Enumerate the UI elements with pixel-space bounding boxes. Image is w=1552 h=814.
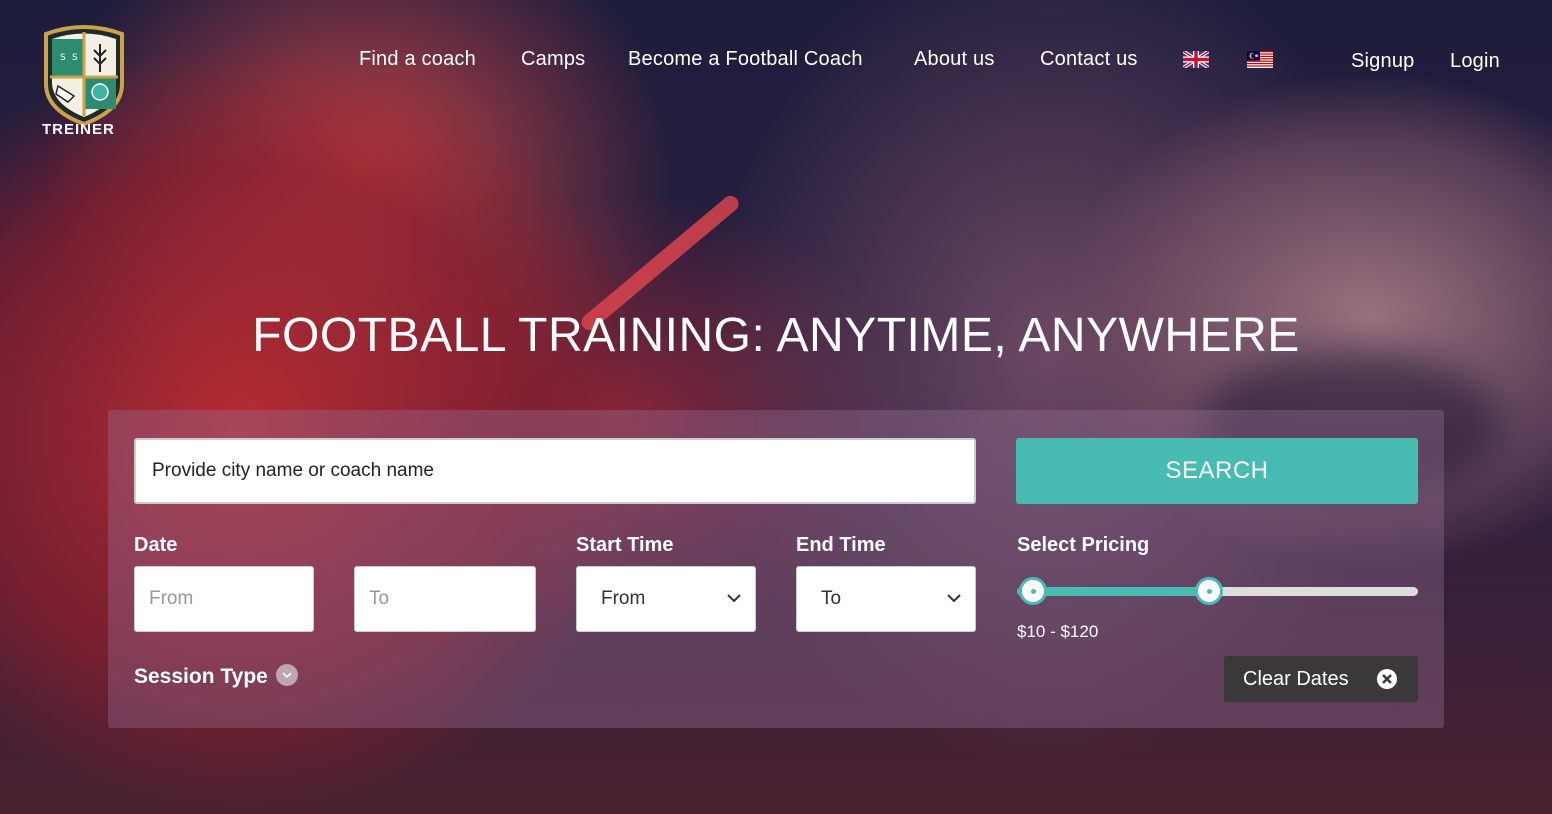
- brand-name: TREINER: [42, 121, 115, 138]
- start-time-select[interactable]: From: [576, 566, 756, 632]
- pricing-label: Select Pricing: [1017, 534, 1150, 556]
- start-time-value: From: [601, 588, 646, 609]
- malaysia-flag-icon[interactable]: [1247, 51, 1273, 68]
- clear-dates-label: Clear Dates: [1243, 667, 1349, 690]
- start-time-label: Start Time: [576, 534, 674, 556]
- chevron-down-icon: [727, 594, 741, 603]
- date-label: Date: [134, 534, 178, 556]
- nav-contact-us[interactable]: Contact us: [1040, 48, 1138, 71]
- chevron-down-circle-icon: [275, 664, 298, 687]
- search-input[interactable]: [134, 438, 976, 504]
- login-link[interactable]: Login: [1450, 50, 1500, 73]
- hero-title: FOOTBALL TRAINING: ANYTIME, ANYWHERE: [252, 309, 1300, 362]
- signup-link[interactable]: Signup: [1351, 50, 1414, 73]
- end-time-value: To: [821, 588, 842, 609]
- pricing-range-text: $10 - $120: [1017, 622, 1099, 641]
- session-type-label: Session Type: [134, 665, 268, 688]
- chevron-down-icon: [947, 594, 961, 603]
- svg-text:S: S: [72, 53, 78, 63]
- date-to-input[interactable]: [354, 566, 536, 632]
- date-from-input[interactable]: [134, 566, 314, 632]
- end-time-select[interactable]: To: [796, 566, 976, 632]
- close-circle-icon: [1377, 669, 1397, 689]
- end-time-label: End Time: [796, 534, 886, 556]
- english-flag-icon[interactable]: [1183, 51, 1209, 68]
- nav-find-coach[interactable]: Find a coach: [359, 48, 476, 71]
- nav-about-us[interactable]: About us: [914, 48, 995, 71]
- clear-dates-button[interactable]: Clear Dates: [1224, 656, 1418, 702]
- search-button[interactable]: SEARCH: [1016, 438, 1418, 504]
- pricing-min-handle[interactable]: [1019, 577, 1048, 605]
- session-type-toggle[interactable]: Session Type: [134, 664, 298, 689]
- nav-camps[interactable]: Camps: [521, 48, 585, 71]
- nav-become-coach[interactable]: Become a Football Coach: [628, 48, 863, 71]
- svg-text:S: S: [60, 53, 66, 63]
